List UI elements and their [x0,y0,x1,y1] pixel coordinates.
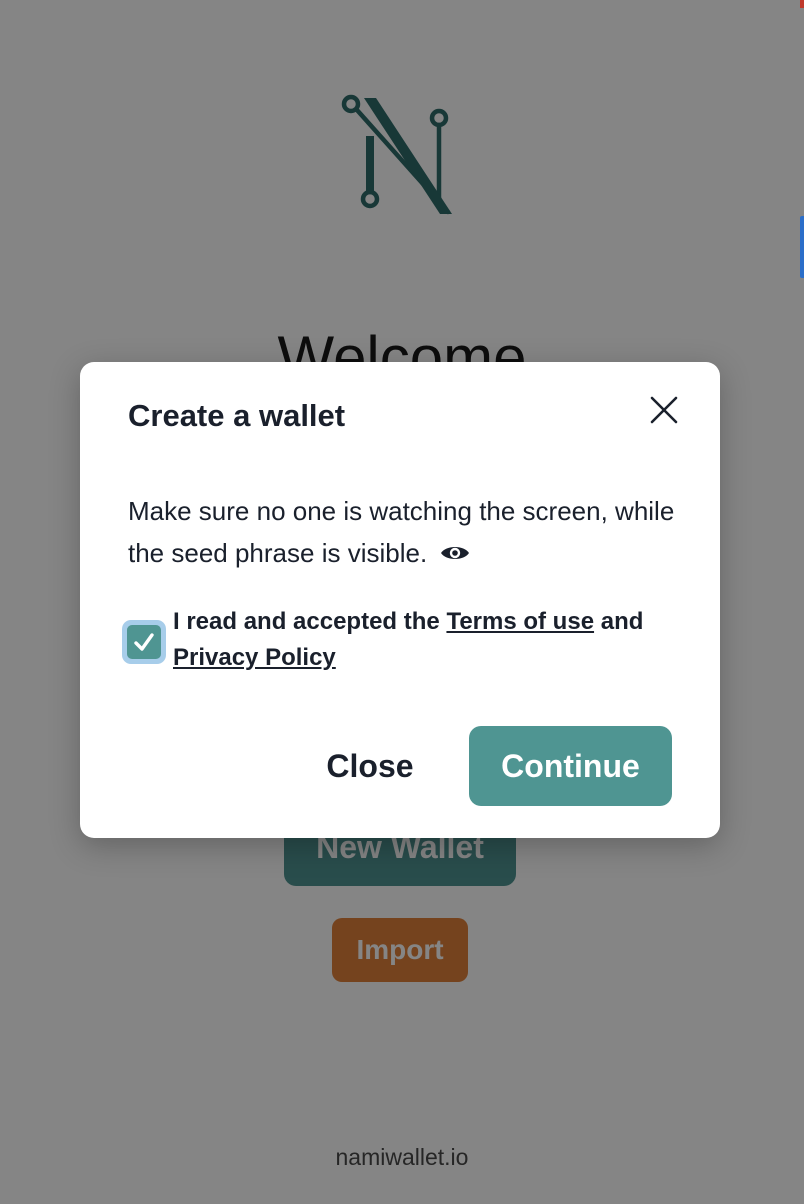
terms-prefix: I read and accepted the [173,608,440,635]
check-icon [134,633,154,651]
dialog-message: Make sure no one is watching the screen,… [128,490,678,574]
terms-conjunction: and [600,608,644,635]
close-button[interactable]: Close [308,726,432,806]
eye-icon [441,547,470,560]
side-tab[interactable] [800,216,804,278]
dialog-message-text: Make sure no one is watching the screen,… [128,496,675,568]
terms-label: I read and accepted the Terms of use and… [173,604,673,676]
create-wallet-dialog: Create a wallet Make sure no one is watc… [80,362,720,838]
privacy-policy-link[interactable]: Privacy Policy [173,644,336,671]
close-icon[interactable] [646,392,682,428]
checkbox-fill [127,625,161,659]
terms-of-use-link[interactable]: Terms of use [446,608,594,635]
terms-checkbox[interactable] [122,620,166,664]
continue-button[interactable]: Continue [469,726,672,806]
edge-marker [800,0,804,8]
dialog-title: Create a wallet [128,398,346,433]
